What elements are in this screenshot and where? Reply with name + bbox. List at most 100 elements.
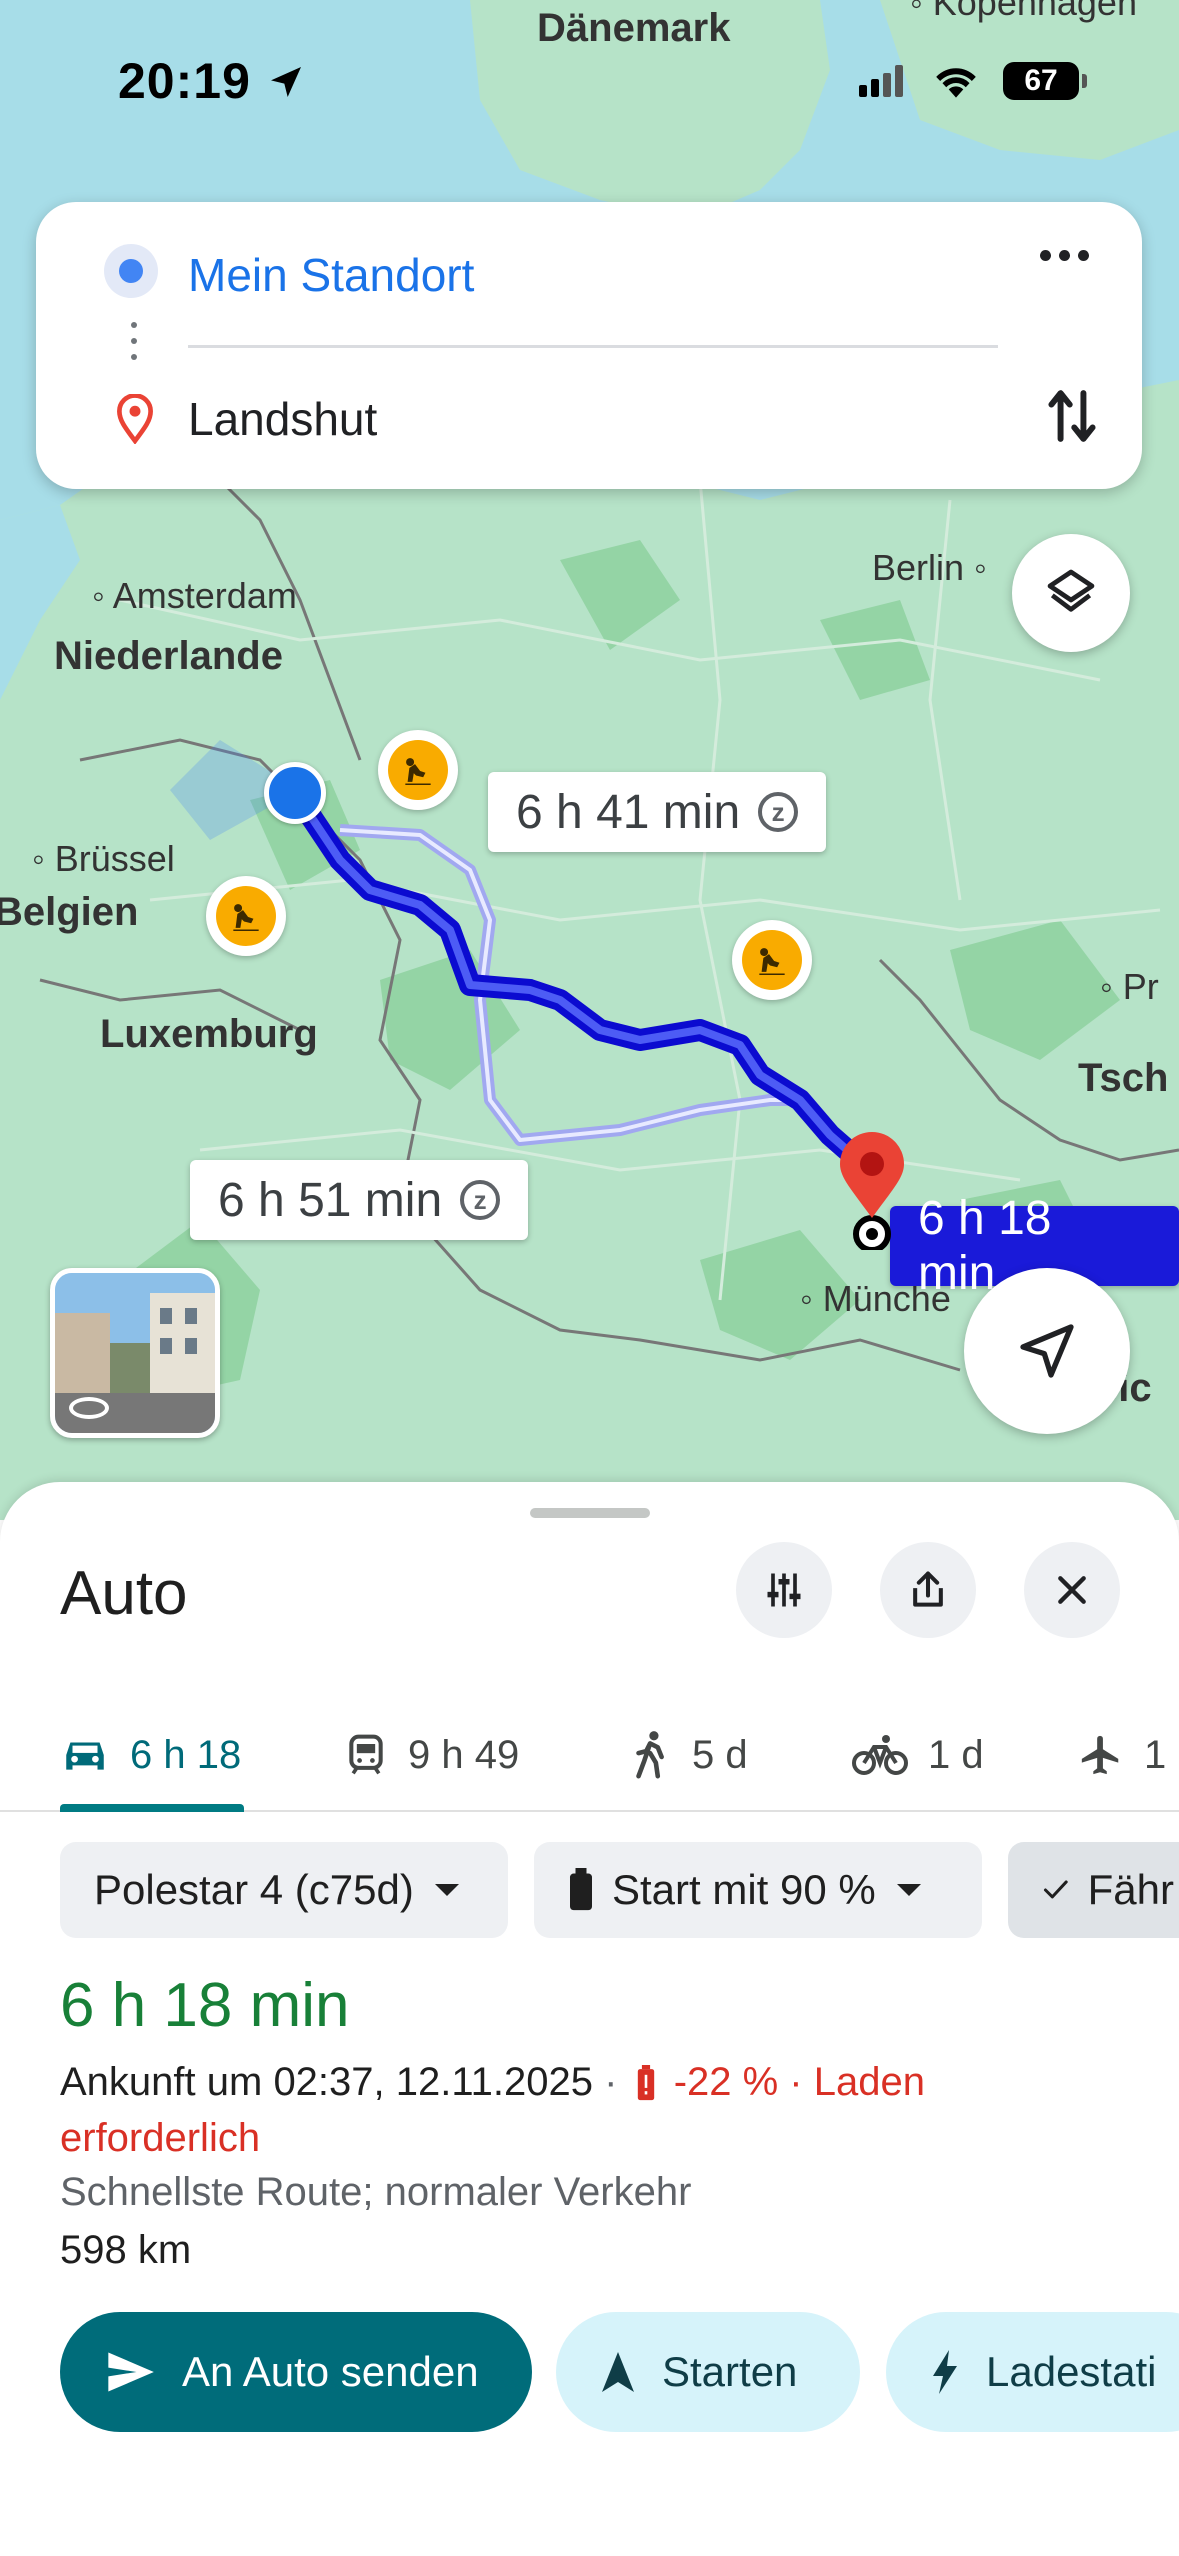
sheet-drag-handle[interactable] [530,1508,650,1518]
map-label-prag: ◦ Pr [1100,966,1159,1007]
battery-start-dropdown[interactable]: Start mit 90 % [534,1842,982,1938]
destination-pin-icon[interactable] [832,1130,912,1255]
driver-filter-label: Fähr [1087,1866,1174,1913]
map-label-belgien: Belgien [0,890,139,934]
check-icon [1043,1880,1068,1899]
route-callout-alt1-text: 6 h 41 min [516,785,741,839]
origin-field[interactable]: Mein Standort [188,248,474,302]
location-arrow-icon [270,67,301,97]
map-label-prag-text: Pr [1122,966,1159,1007]
map-label-berlin: Berlin ◦ [872,547,987,588]
route-callout-alt1[interactable]: 6 h 41 min z [488,772,827,852]
rotate-360-icon [69,1397,109,1419]
tab-car-label: 6 h 18 [130,1732,242,1777]
bolt-icon [933,2350,957,2394]
driver-filter-chip[interactable]: Fähr [1008,1842,1179,1938]
route-description: Schnellste Route; normaler Verkehr [60,2170,692,2214]
car-icon [66,1742,104,1770]
origin-dot-icon [104,244,158,298]
tab-flight-label: 1 [1144,1732,1167,1777]
walk-icon [636,1731,664,1779]
flight-icon [1081,1735,1119,1775]
send-to-car-label: An Auto senden [182,2348,479,2395]
transit-icon [349,1734,383,1775]
active-tab-indicator [60,1804,244,1812]
recenter-button[interactable] [964,1268,1130,1434]
battery-alert-icon [637,2065,654,2101]
map-label-amsterdam-text: Amsterdam [112,575,297,616]
status-bar-time: 20:19 [118,52,306,110]
charging-stations-label: Ladestati [986,2348,1157,2395]
construction-marker[interactable] [206,876,286,956]
street-view-thumbnail[interactable] [50,1268,220,1438]
travel-mode-tabs: 6 h 18 9 h 49 5 d 1 d 1 [0,1700,1179,1812]
send-to-car-button[interactable]: An Auto senden [60,2312,532,2432]
start-button[interactable]: Starten [556,2312,860,2432]
map-label-berlin-text: Berlin [872,547,965,588]
swap-icon [1048,390,1096,442]
route-callout-alt2-text: 6 h 51 min [218,1173,443,1227]
construction-marker[interactable] [732,920,812,1000]
map-label-bruessel-text: Brüssel [54,838,175,879]
tab-car[interactable]: 6 h 18 [60,1700,244,1812]
vehicle-dropdown-label: Polestar 4 (c75d) [94,1866,414,1913]
tab-walk[interactable]: 5 d [632,1700,748,1810]
status-icons: 67 [859,62,1087,100]
layers-button[interactable] [1012,534,1130,652]
battery-warning: -22 % · Laden [673,2060,925,2104]
bike-icon [852,1735,908,1775]
destination-field[interactable]: Landshut [188,392,377,446]
origin-marker[interactable] [264,762,326,824]
battery-indicator: 67 [1003,62,1087,100]
route-callout-alt2[interactable]: 6 h 51 min z [190,1160,529,1240]
share-button[interactable] [880,1542,976,1638]
eco-route-icon: z [460,1180,501,1220]
tab-bike[interactable]: 1 d [852,1700,984,1810]
arrival-time: Ankunft um 02:37, 12.11.2025 [60,2060,593,2104]
status-time: 20:19 [118,53,251,109]
construction-icon [388,740,448,800]
map-label-daenemark: Dänemark [537,6,731,50]
close-icon [1058,1576,1086,1604]
send-icon [108,2352,154,2392]
tab-bike-label: 1 d [928,1732,984,1777]
eco-route-icon: z [758,792,799,832]
map-label-tschechien: Tsch [1078,1056,1169,1100]
route-duration: 6 h 18 min [60,1971,350,2040]
tab-walk-label: 5 d [692,1732,748,1777]
charging-stations-button[interactable]: Ladestati [886,2312,1179,2432]
swap-button[interactable] [1044,384,1100,453]
sheet-title: Auto [60,1559,188,1628]
tab-transit[interactable]: 9 h 49 [344,1700,519,1810]
more-options-button[interactable] [1040,250,1089,261]
dropdown-arrow-icon [896,1884,921,1896]
tab-transit-label: 9 h 49 [408,1732,520,1777]
share-icon [913,1571,943,1607]
navigation-arrow-icon [1020,1324,1074,1378]
construction-icon [216,886,276,946]
map-label-bruessel: ◦ Brüssel [32,838,175,879]
separator-dot: · [604,2060,618,2104]
layers-icon [1047,569,1095,612]
map-label-kopenhagen-text: Kopenhagen [932,0,1137,23]
cellular-signal-icon [859,65,903,97]
field-divider [188,345,998,348]
tune-icon [767,1573,801,1607]
start-label: Starten [662,2348,798,2395]
battery-level: 67 [1024,64,1058,97]
map-label-niederlande: Niederlande [54,634,283,678]
battery-start-label: Start mit 90 % [612,1866,876,1913]
construction-marker[interactable] [378,730,458,810]
map-label-amsterdam: ◦ Amsterdam [92,575,297,616]
map-label-kopenhagen: ◦ Kopenhagen [910,0,1137,24]
close-button[interactable] [1024,1542,1120,1638]
battery-icon [570,1868,592,1911]
route-options-button[interactable] [736,1542,832,1638]
dropdown-arrow-icon [434,1884,459,1896]
tab-flight[interactable]: 1 [1078,1700,1166,1810]
route-dots-icon [131,322,137,370]
destination-pin-small-icon [116,393,154,449]
vehicle-dropdown[interactable]: Polestar 4 (c75d) [60,1842,508,1938]
map-label-luxemburg: Luxemburg [100,1012,318,1056]
construction-icon [742,930,802,990]
